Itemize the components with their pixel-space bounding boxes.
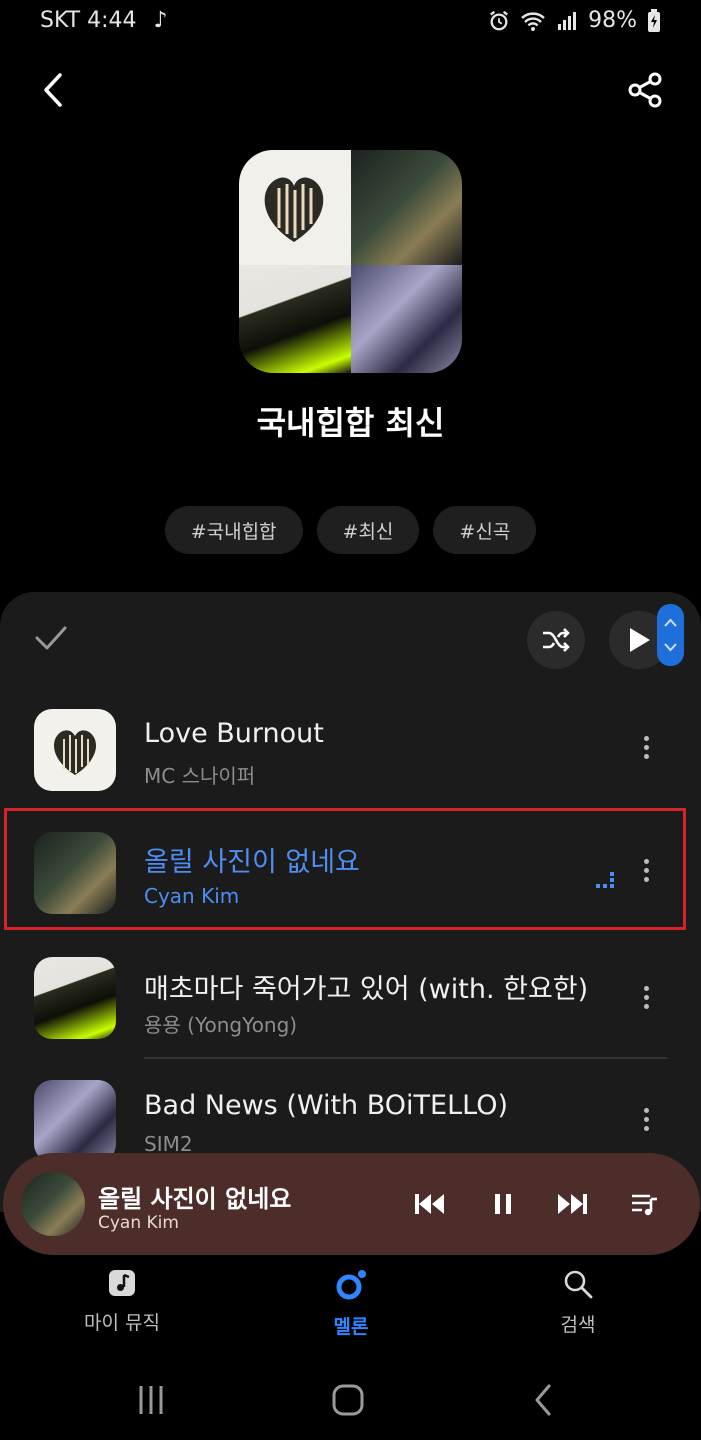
back-button[interactable] [38, 70, 74, 110]
alarm-icon [490, 10, 509, 30]
more-options-icon[interactable] [636, 983, 656, 1017]
mini-player[interactable]: 올릴 사진이 없네요 Cyan Kim [3, 1153, 700, 1255]
cover-art-3 [239, 265, 351, 373]
mini-player-title: 올릴 사진이 없네요 [98, 1185, 292, 1213]
cover-art-2 [350, 150, 462, 265]
music-note-icon: ♪ [153, 8, 168, 33]
battery-percent: 98% [588, 8, 637, 33]
recent-apps-button[interactable] [131, 1380, 171, 1420]
back-arrow-icon [44, 73, 62, 107]
next-button[interactable] [555, 1187, 591, 1221]
mini-player-artist: Cyan Kim [98, 1213, 179, 1233]
nav-search[interactable]: 검색 [503, 1268, 653, 1337]
song-artist: 용용 (YongYong) [144, 1013, 298, 1037]
tag-chip[interactable]: #최신 [316, 506, 420, 554]
share-icon [628, 72, 662, 108]
select-button[interactable] [34, 624, 68, 654]
nav-melon[interactable]: 멜론 [276, 1268, 426, 1339]
cover-art-4 [350, 265, 462, 373]
carrier-time: SKT 4:44 [40, 8, 137, 33]
song-title: 매초마다 죽어가고 있어 (with. 한요한) [144, 974, 589, 1005]
nav-label: 멜론 [333, 1316, 369, 1338]
song-title: Bad News (With BOiTELLO) [144, 1090, 509, 1121]
system-back-button[interactable] [524, 1380, 564, 1420]
wifi-icon [521, 11, 545, 31]
song-row[interactable]: 매초마다 죽어가고 있어 (with. 한요한) 용용 (YongYong) [0, 937, 701, 1057]
nav-label: 마이 뮤직 [84, 1312, 160, 1334]
status-bar-left: SKT 4:44 ♪ [40, 8, 168, 33]
song-artist: MC 스나이퍼 [144, 764, 256, 788]
next-icon [558, 1194, 587, 1214]
album-thumbnail [34, 957, 116, 1039]
check-icon [35, 626, 67, 650]
play-icon [630, 628, 650, 652]
nav-label: 검색 [560, 1314, 596, 1336]
system-back-icon [535, 1384, 551, 1416]
recent-apps-icon [139, 1386, 163, 1414]
home-icon [332, 1384, 364, 1416]
row-divider [144, 1057, 667, 1059]
more-options-icon[interactable] [636, 733, 656, 767]
queue-button[interactable] [627, 1187, 663, 1221]
scroll-arrows-icon [664, 618, 677, 652]
share-button[interactable] [625, 70, 665, 110]
previous-button[interactable] [411, 1187, 447, 1221]
playlist-title: 국내힙합 최신 [256, 404, 445, 442]
cover-art-1 [239, 150, 351, 265]
mini-player-thumbnail [21, 1172, 85, 1236]
song-title: Love Burnout [144, 718, 324, 749]
heart-art-icon [264, 177, 324, 242]
album-thumbnail [34, 709, 116, 791]
highlight-box [4, 808, 686, 930]
pause-button[interactable] [485, 1187, 521, 1221]
status-bar-right: 98% [488, 8, 661, 33]
queue-icon [632, 1194, 657, 1216]
fast-scroll-handle[interactable] [657, 604, 684, 666]
tag-chip[interactable]: #국내힙합 [164, 506, 303, 554]
home-button[interactable] [328, 1380, 368, 1420]
shuffle-icon [543, 628, 570, 652]
more-options-icon[interactable] [636, 1105, 656, 1139]
nav-my-music[interactable]: 마이 뮤직 [47, 1268, 197, 1335]
battery-icon [648, 8, 660, 32]
shuffle-button[interactable] [527, 611, 585, 669]
tag-chip[interactable]: #신곡 [433, 506, 537, 554]
music-note-icon [109, 1270, 135, 1296]
previous-icon [415, 1194, 444, 1214]
search-icon [564, 1270, 593, 1299]
playlist-cover [239, 150, 462, 373]
tag-list: #국내힙합 #최신 #신곡 [0, 506, 701, 554]
album-thumbnail [34, 1080, 116, 1162]
pause-icon [495, 1194, 511, 1214]
signal-icon [558, 11, 577, 30]
song-row[interactable]: Love Burnout MC 스나이퍼 [0, 690, 701, 810]
melon-icon [336, 1270, 366, 1300]
